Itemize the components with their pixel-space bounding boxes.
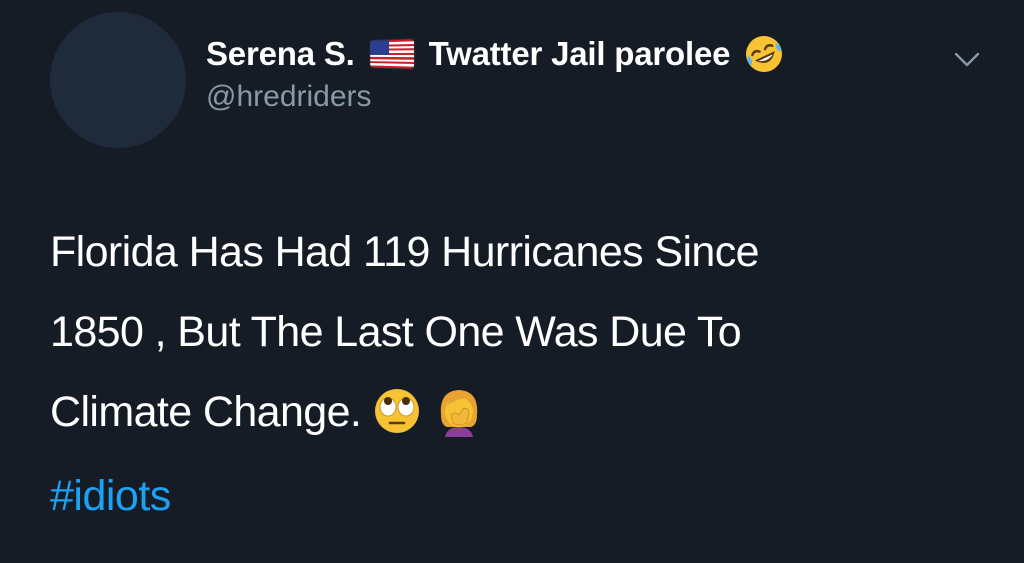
user-handle[interactable]: @hredriders xyxy=(206,80,984,114)
tweet-header: Serena S. Twatter Jail parolee @hredride… xyxy=(206,30,984,114)
rolling-on-floor-laughing-icon xyxy=(746,36,783,72)
display-name[interactable]: Serena S. xyxy=(206,35,355,73)
chevron-down-icon[interactable] xyxy=(950,44,984,74)
tweet-text-line-last: Climate Change. xyxy=(50,372,990,452)
tweet-text-line: Florida Has Had 119 Hurricanes Since xyxy=(50,228,760,276)
tweet-text-line: 1850 , But The Last One Was Due To xyxy=(50,308,742,356)
tweet: Serena S. Twatter Jail parolee @hredride… xyxy=(0,0,1024,563)
woman-facepalming-icon xyxy=(441,389,478,437)
name-row: Serena S. Twatter Jail parolee xyxy=(206,30,984,78)
tweet-text-line-content: Climate Change. xyxy=(50,388,362,436)
tweet-text: Florida Has Had 119 Hurricanes Since 185… xyxy=(50,212,990,452)
face-with-rolling-eyes-icon xyxy=(375,388,420,433)
name-suffix[interactable]: Twatter Jail parolee xyxy=(429,35,731,73)
hashtag-link[interactable]: #idiots xyxy=(50,472,171,521)
avatar[interactable] xyxy=(50,12,186,148)
us-flag-icon xyxy=(369,39,414,69)
